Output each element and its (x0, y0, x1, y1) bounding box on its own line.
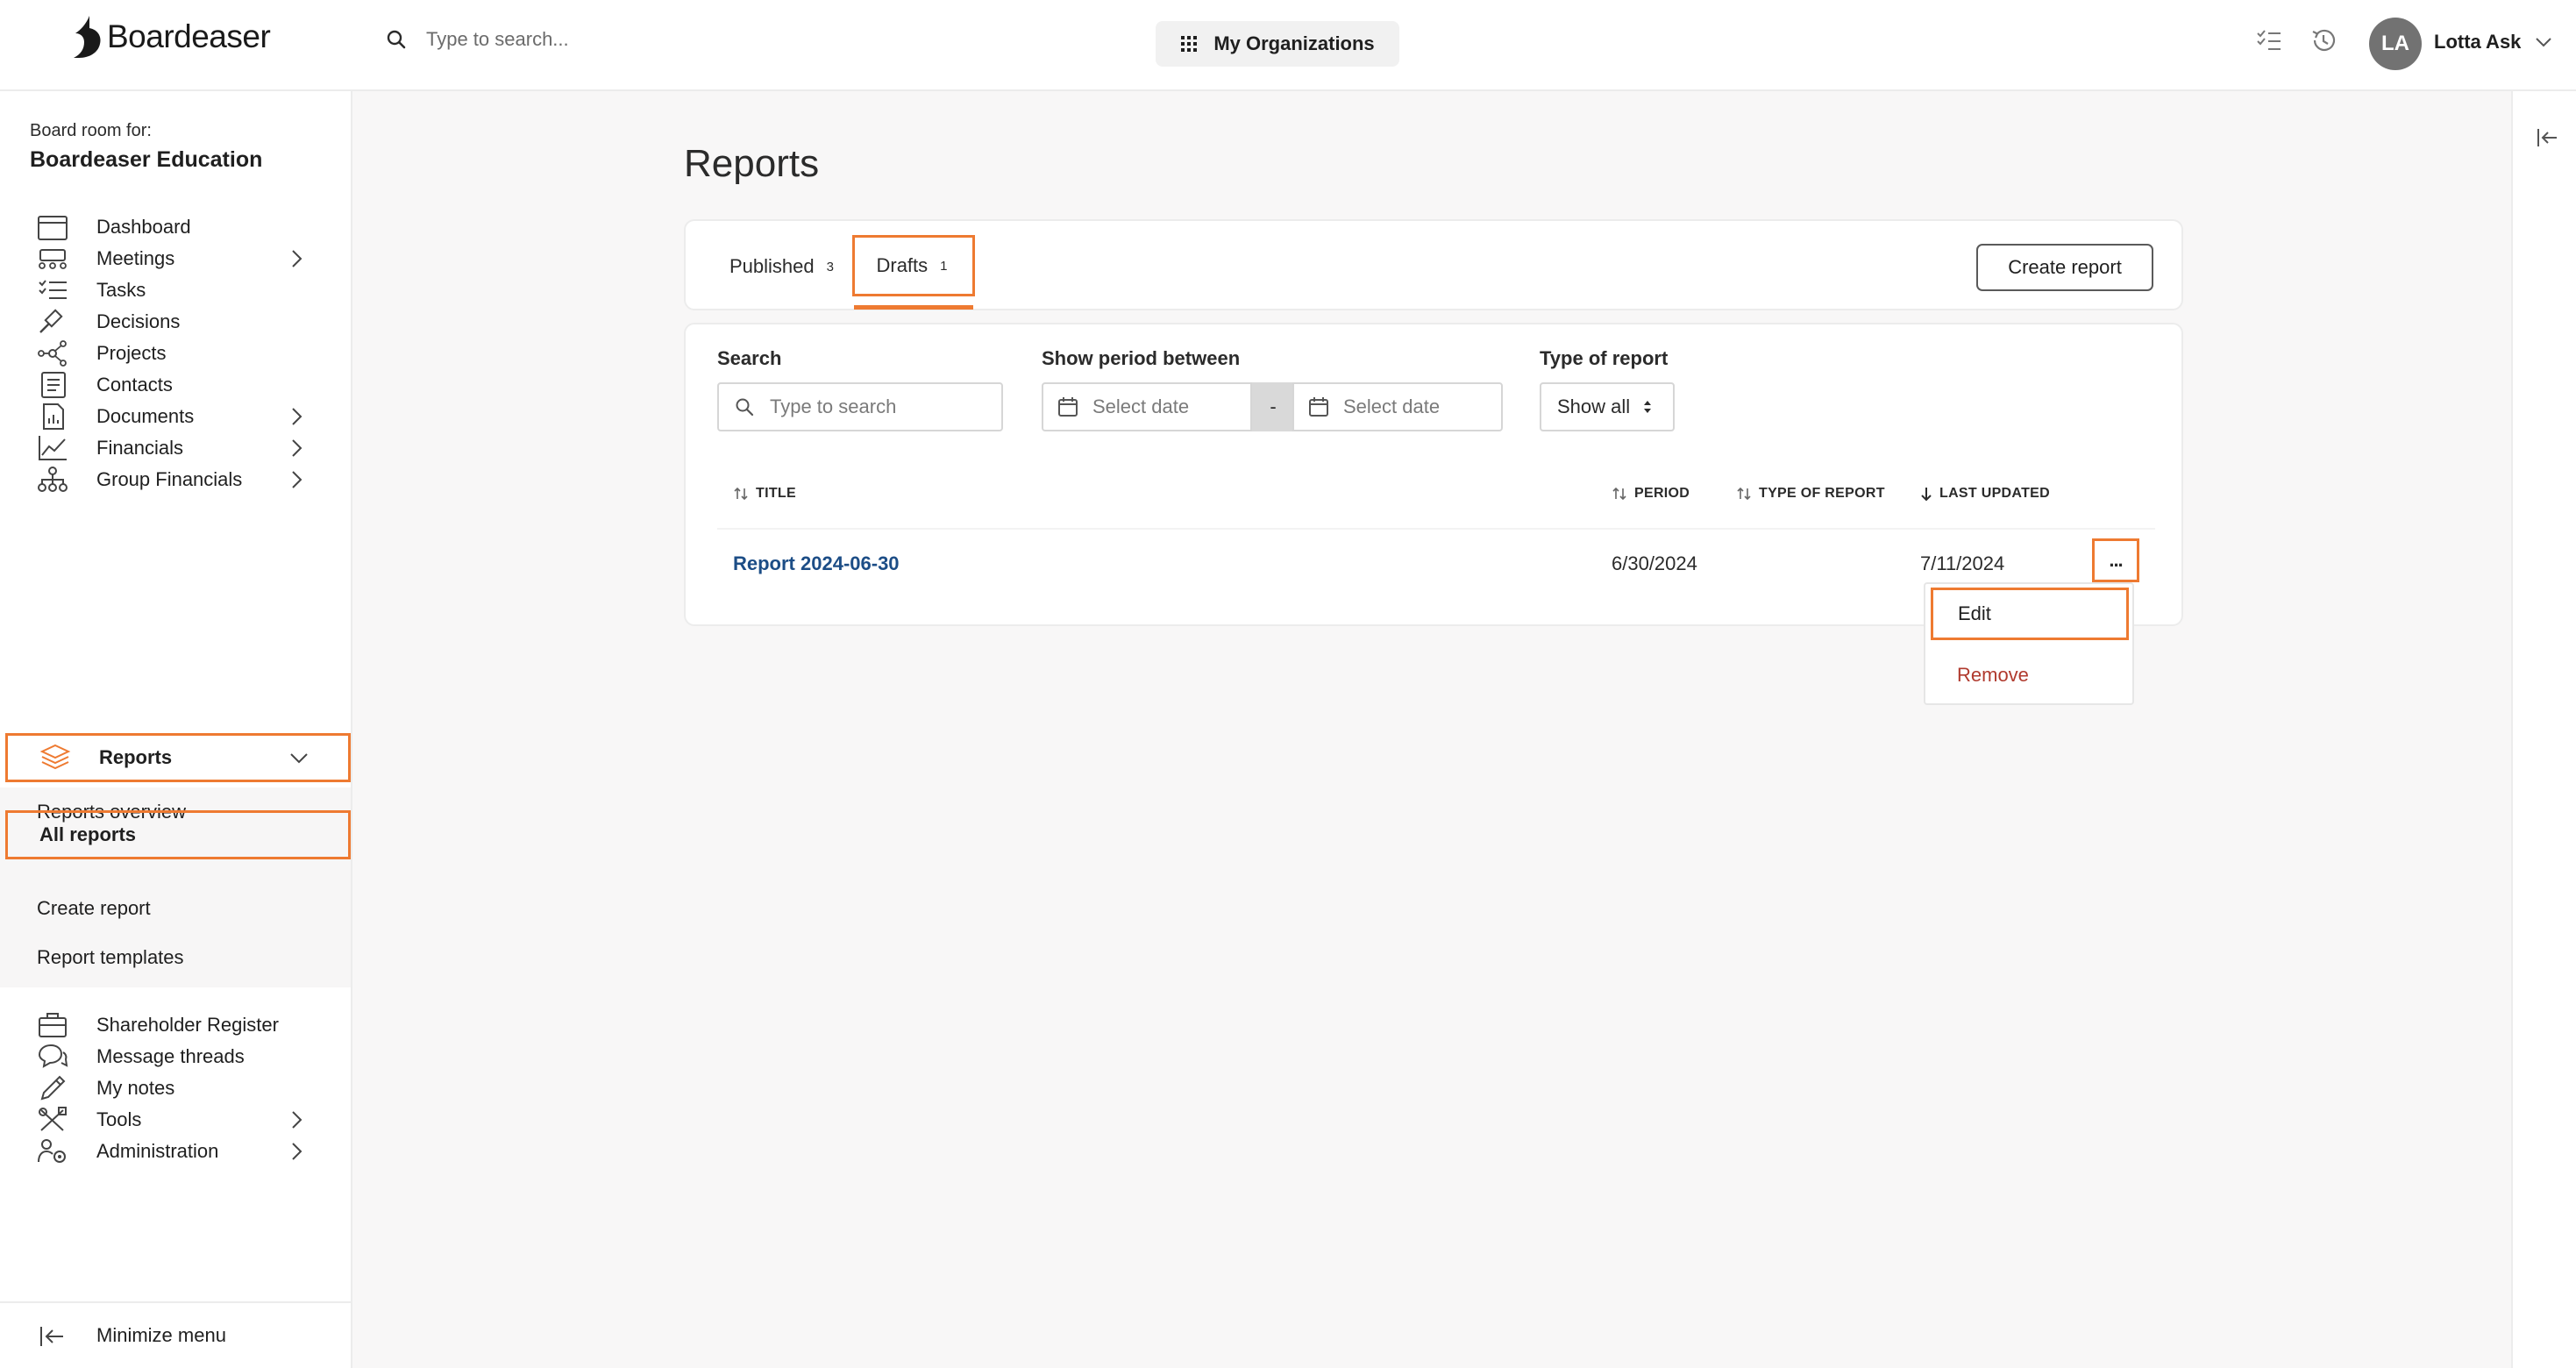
submenu-item-label: Create report (37, 897, 151, 919)
global-search[interactable]: Type to search... (386, 28, 569, 51)
collapse-panel-icon[interactable] (2536, 126, 2558, 149)
my-organizations-button[interactable]: My Organizations (1156, 21, 1399, 67)
tab-published[interactable]: Published 3 (729, 221, 834, 312)
history-icon[interactable] (2309, 26, 2338, 54)
submenu-item-create-report[interactable]: Create report (0, 884, 351, 933)
column-header-last-updated[interactable]: LAST UPDATED (1920, 486, 2050, 502)
create-report-button[interactable]: Create report (1976, 244, 2153, 291)
board-name: Boardeaser Education (30, 147, 263, 172)
report-last-updated: 7/11/2024 (1920, 552, 2005, 574)
report-search-placeholder: Type to search (770, 395, 897, 417)
top-bar: Boardeaser Type to search... My Organiza… (0, 0, 2576, 91)
date-placeholder: Select date (1343, 395, 1441, 417)
sort-icon (734, 487, 748, 501)
board-room-caption: Board room for: (30, 121, 152, 140)
row-actions-menu: Edit Remove (1924, 582, 2134, 705)
tab-label: Drafts (876, 254, 929, 276)
my-organizations-label: My Organizations (1213, 32, 1375, 54)
row-actions-button[interactable]: ... (2092, 538, 2139, 582)
column-header-type-of-report[interactable]: TYPE OF REPORT (1736, 486, 1885, 502)
edit-menu-item[interactable]: Edit (1931, 588, 2129, 640)
grid-icon (1181, 36, 1198, 52)
report-search-input[interactable]: Type to search (717, 382, 1003, 431)
user-name[interactable]: Lotta Ask (2434, 31, 2521, 53)
hierarchy-icon (38, 467, 68, 492)
chevron-down-icon[interactable] (2534, 33, 2553, 51)
sidebar-item-administration[interactable]: Administration (0, 1127, 352, 1176)
report-type-select[interactable]: Show all (1540, 382, 1675, 431)
table-divider (717, 528, 2155, 530)
collapse-left-icon (40, 1327, 63, 1346)
submenu-item-report-templates[interactable]: Report templates (0, 933, 351, 982)
global-search-input[interactable]: Type to search... (426, 28, 569, 51)
column-header-label: TITLE (756, 486, 796, 501)
calendar-icon (1058, 397, 1078, 417)
sort-arrows-icon (1644, 401, 1652, 413)
search-icon (736, 398, 754, 417)
chevron-right-icon (292, 471, 302, 488)
sidebar-item-group-financials[interactable]: Group Financials (0, 455, 352, 504)
submenu-item-all-reports[interactable]: All reports (5, 810, 351, 859)
sidebar-item-label: Group Financials (96, 468, 243, 490)
period-start-date-input[interactable]: Select date (1042, 382, 1252, 431)
reports-list-card: Search Type to search Show period betwee… (684, 323, 2183, 626)
sort-icon (1737, 487, 1751, 501)
period-end-date-input[interactable]: Select date (1292, 382, 1503, 431)
checklist-icon[interactable] (2255, 26, 2283, 54)
layers-icon (39, 744, 71, 770)
sidebar-item-reports[interactable]: Reports (5, 733, 351, 782)
calendar-icon (1309, 397, 1328, 417)
boardeaser-logo-icon (74, 16, 101, 58)
page-title: Reports (684, 142, 820, 185)
tab-label: Published (729, 255, 815, 277)
submenu-item-label: Report templates (37, 946, 184, 968)
search-filter-label: Search (717, 347, 782, 369)
tab-count-badge: 1 (940, 258, 948, 274)
date-range-separator: - (1252, 382, 1294, 431)
sidebar-item-label: Administration (96, 1140, 219, 1162)
tab-count-badge: 3 (826, 259, 834, 274)
date-placeholder: Select date (1092, 395, 1190, 417)
sort-icon (1612, 487, 1626, 501)
column-header-label: LAST UPDATED (1939, 486, 2050, 501)
active-tab-indicator (854, 305, 973, 310)
report-tabs-card: Published 3 Drafts 1 Create report (684, 219, 2183, 310)
brand-logo[interactable]: Boardeaser (70, 14, 271, 60)
column-header-title[interactable]: TITLE (733, 486, 796, 502)
right-panel-rail (2511, 91, 2576, 1368)
submenu-item-label: All reports (39, 823, 137, 845)
users-gear-icon (38, 1139, 66, 1163)
minimize-menu-label: Minimize menu (96, 1324, 226, 1346)
column-header-label: PERIOD (1634, 486, 1690, 501)
type-filter-label: Type of report (1540, 347, 1669, 369)
chevron-down-icon (290, 753, 308, 764)
remove-menu-item[interactable]: Remove (1925, 649, 2132, 702)
report-title-link[interactable]: Report 2024-06-30 (733, 552, 900, 575)
sidebar-item-label: Reports (99, 746, 173, 768)
tab-drafts[interactable]: Drafts 1 (852, 235, 975, 296)
report-period: 6/30/2024 (1612, 552, 1697, 574)
column-header-period[interactable]: PERIOD (1612, 486, 1690, 502)
sort-descending-icon (1921, 488, 1932, 502)
report-type-value: Show all (1557, 395, 1631, 417)
minimize-menu-button[interactable]: Minimize menu (0, 1301, 351, 1368)
reports-submenu: Reports overview All reports Create repo… (0, 787, 351, 987)
search-icon (387, 30, 406, 49)
brand-name: Boardeaser (107, 18, 271, 54)
column-header-label: TYPE OF REPORT (1759, 486, 1885, 501)
sidebar: Board room for: Boardeaser Education Das… (0, 91, 352, 1368)
period-filter-label: Show period between (1042, 347, 1241, 369)
avatar[interactable]: LA (2369, 18, 2422, 70)
chevron-right-icon (292, 1143, 302, 1160)
